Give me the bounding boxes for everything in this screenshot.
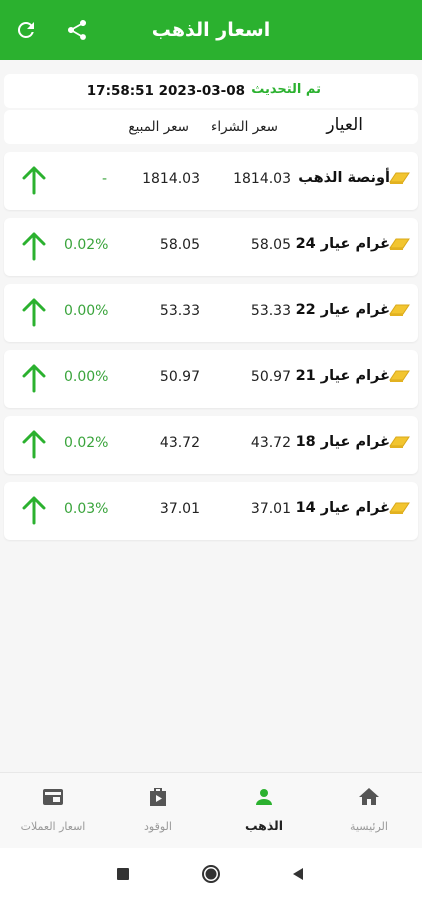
buy-price: 58.05 bbox=[250, 237, 291, 253]
nav-item-fuel[interactable]: الوقود bbox=[108, 773, 208, 849]
nav-label: الذهب bbox=[244, 818, 284, 833]
home-icon bbox=[359, 788, 379, 805]
change-percent: 0.02% bbox=[64, 237, 109, 253]
header-sell-price: سعر المبيع bbox=[128, 119, 189, 135]
buy-price: 53.33 bbox=[250, 303, 291, 319]
table-row[interactable]: - 1814.03 1814.03 أونصة الذهب bbox=[4, 152, 418, 210]
table-row[interactable]: 0.03% 37.01 37.01 غرام عيار 14 bbox=[4, 482, 418, 540]
change-percent: 0.03% bbox=[64, 501, 109, 517]
refresh-icon bbox=[17, 21, 34, 38]
table-row[interactable]: 0.00% 53.33 53.33 غرام عيار 22 bbox=[4, 284, 418, 342]
karat-name: غرام عيار 21 bbox=[295, 368, 390, 384]
sell-price: 43.72 bbox=[159, 435, 200, 451]
buy-price: 50.97 bbox=[250, 369, 291, 385]
arrow-up-icon bbox=[22, 430, 46, 459]
bottom-navigation: اسعار العملات الوقود الذهب الرئيسية bbox=[0, 772, 422, 848]
recents-button[interactable] bbox=[113, 864, 133, 884]
arrow-up-icon bbox=[22, 232, 46, 261]
gold-bar-icon bbox=[389, 370, 410, 382]
nav-label: الوقود bbox=[144, 820, 172, 833]
buy-price: 43.72 bbox=[250, 435, 291, 451]
share-icon bbox=[67, 19, 87, 40]
karat-name: أونصة الذهب bbox=[298, 170, 390, 186]
gold-bar-icon bbox=[389, 304, 410, 316]
person-icon bbox=[256, 789, 272, 805]
nav-item-currencies[interactable]: اسعار العملات bbox=[3, 773, 103, 849]
header-buy-price: سعر الشراء bbox=[210, 119, 278, 135]
refresh-button[interactable] bbox=[10, 14, 42, 46]
change-percent: 0.00% bbox=[64, 303, 109, 319]
table-row[interactable]: 0.02% 43.72 43.72 غرام عيار 18 bbox=[4, 416, 418, 474]
sell-price: 53.33 bbox=[159, 303, 200, 319]
system-navigation-bar bbox=[0, 848, 422, 900]
share-button[interactable] bbox=[61, 14, 93, 46]
update-info: تم التحديث 17:58:51 2023-03-08 bbox=[4, 74, 418, 108]
buy-price: 1814.03 bbox=[233, 171, 291, 187]
nav-item-home[interactable]: الرئيسية bbox=[319, 773, 419, 849]
fuel-bag-icon bbox=[150, 788, 166, 806]
karat-name: غرام عيار 14 bbox=[295, 500, 390, 516]
change-percent: 0.02% bbox=[64, 435, 109, 451]
home-button[interactable] bbox=[201, 864, 221, 884]
sell-price: 50.97 bbox=[159, 369, 200, 385]
header-karat: العيار bbox=[326, 115, 363, 135]
gold-bar-icon bbox=[389, 172, 410, 184]
table-header: العيار سعر الشراء سعر المبيع bbox=[4, 110, 418, 144]
gold-bar-icon bbox=[389, 502, 410, 514]
table-row[interactable]: 0.02% 58.05 58.05 غرام عيار 24 bbox=[4, 218, 418, 276]
nav-item-gold[interactable]: الذهب bbox=[214, 773, 314, 849]
app-bar: اسعار الذهب bbox=[0, 0, 422, 60]
karat-name: غرام عيار 18 bbox=[295, 434, 390, 450]
table-row[interactable]: 0.00% 50.97 50.97 غرام عيار 21 bbox=[4, 350, 418, 408]
wallet-icon bbox=[43, 789, 63, 805]
sell-price: 37.01 bbox=[159, 501, 200, 517]
gold-bar-icon bbox=[389, 436, 410, 448]
change-percent: 0.00% bbox=[64, 369, 109, 385]
karat-name: غرام عيار 22 bbox=[295, 302, 390, 318]
karat-name: غرام عيار 24 bbox=[295, 236, 390, 252]
update-label: تم التحديث bbox=[251, 82, 321, 97]
nav-label: اسعار العملات bbox=[20, 820, 86, 833]
back-button[interactable] bbox=[288, 864, 308, 884]
arrow-up-icon bbox=[22, 364, 46, 393]
nav-label: الرئيسية bbox=[350, 820, 388, 833]
arrow-up-icon bbox=[22, 496, 46, 525]
sell-price: 58.05 bbox=[159, 237, 200, 253]
buy-price: 37.01 bbox=[250, 501, 291, 517]
sell-price: 1814.03 bbox=[142, 171, 200, 187]
arrow-up-icon bbox=[22, 298, 46, 327]
gold-bar-icon bbox=[389, 238, 410, 250]
arrow-up-icon bbox=[22, 166, 46, 195]
update-timestamp: 17:58:51 2023-03-08 bbox=[86, 83, 245, 99]
